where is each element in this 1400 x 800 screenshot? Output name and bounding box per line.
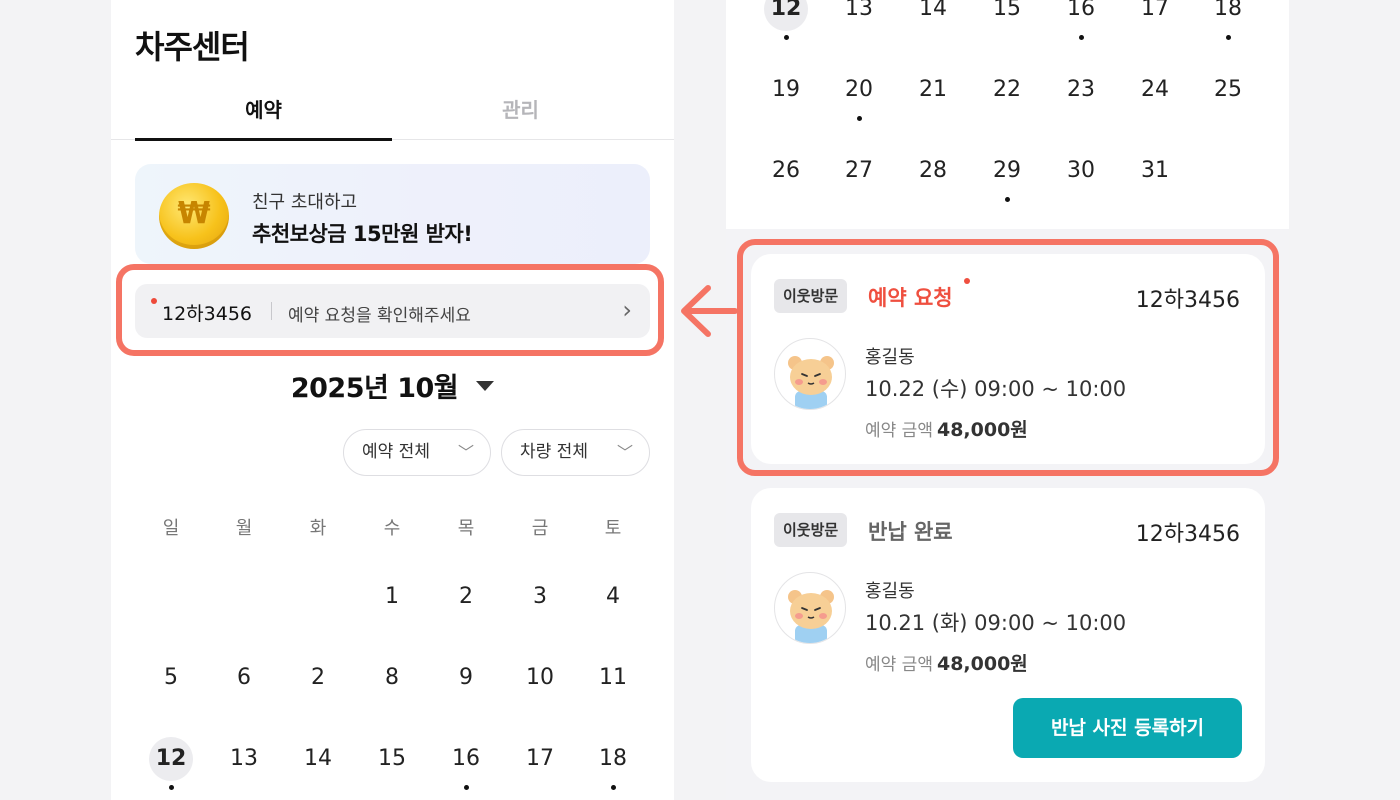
annotation-arrow-icon xyxy=(681,285,738,337)
